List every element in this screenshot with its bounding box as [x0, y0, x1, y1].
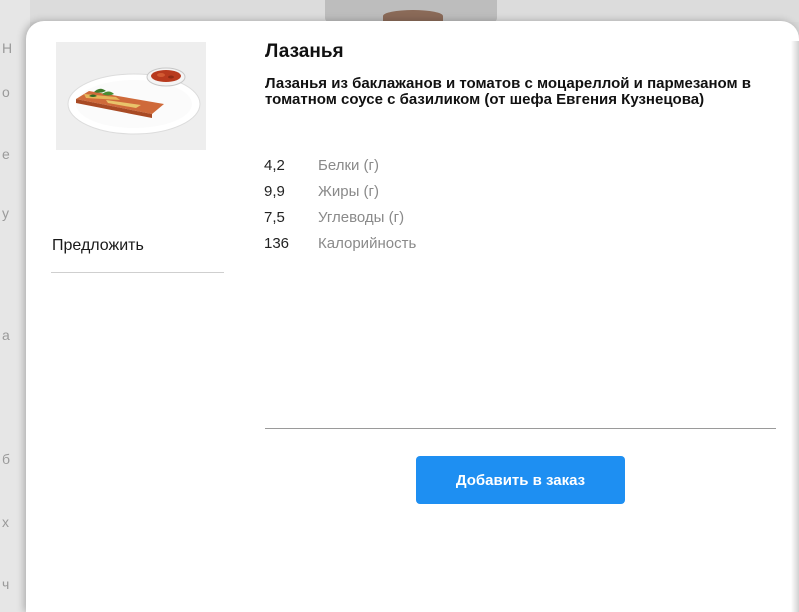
background-dish-photo [325, 0, 497, 22]
nutrition-table: 4,2 Белки (г) 9,9 Жиры (г) 7,5 Углеводы … [264, 157, 564, 261]
nutrition-label: Калорийность [318, 235, 417, 252]
background-text-fragment: ч [2, 576, 10, 592]
background-text-fragment: а [2, 327, 10, 343]
nutrition-row-fat: 9,9 Жиры (г) [264, 183, 564, 209]
background-text-fragment: б [2, 451, 11, 467]
modal-edge-shadow [791, 41, 799, 612]
dish-title: Лазанья [265, 41, 344, 62]
add-to-order-button[interactable]: Добавить в заказ [416, 456, 625, 504]
suggest-underline [51, 272, 224, 273]
suggest-link[interactable]: Предложить [52, 237, 144, 255]
nutrition-value: 9,9 [264, 183, 285, 200]
background-text-fragment: Н [2, 40, 13, 56]
dish-details-modal: Предложить Лазанья Лазанья из баклажанов… [26, 21, 799, 612]
nutrition-value: 7,5 [264, 209, 285, 226]
background-text-fragment: у [2, 205, 9, 221]
nutrition-label: Белки (г) [318, 157, 380, 174]
dish-photo [56, 42, 206, 150]
dish-description: Лазанья из баклажанов и томатов с моцаре… [265, 75, 751, 108]
nutrition-label: Углеводы (г) [318, 209, 405, 226]
nutrition-value: 136 [264, 235, 290, 252]
background-text-fragment: х [2, 514, 9, 530]
nutrition-value: 4,2 [264, 157, 285, 174]
background-text-fragment: о [2, 84, 10, 100]
nutrition-row-calories: 136 Калорийность [264, 235, 564, 261]
divider [265, 428, 776, 429]
nutrition-label: Жиры (г) [318, 183, 379, 200]
nutrition-row-protein: 4,2 Белки (г) [264, 157, 564, 183]
nutrition-row-carbs: 7,5 Углеводы (г) [264, 209, 564, 235]
background-text-fragment: е [2, 146, 10, 162]
